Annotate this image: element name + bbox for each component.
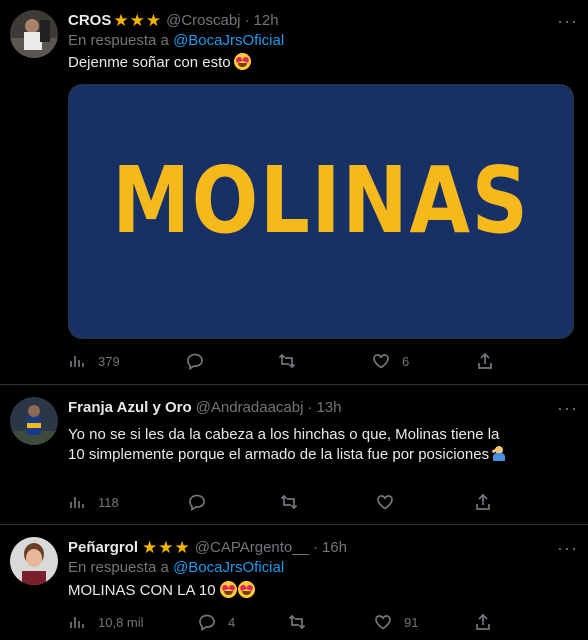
views-icon [70,617,84,628]
tweet[interactable]: Franja Azul y Oro @Andradaacabj · 13h Yo… [0,385,588,525]
avatar[interactable] [10,397,58,445]
tweet-text-content: Dejenme soñar con esto [68,54,231,71]
views-icon [70,356,84,367]
like-icon [375,615,391,630]
avatar[interactable] [10,537,58,585]
retweet-button[interactable] [280,493,298,511]
star-icon: ★ [158,537,174,557]
retweet-icon [280,494,298,510]
reply-icon [189,494,205,511]
reply-prefix: En respuesta a [68,32,169,49]
like-button[interactable]: 91 [374,613,418,631]
reply-context: En respuesta a @BocaJrsOficial [68,31,576,51]
timestamp[interactable]: 13h [316,399,341,416]
mention-link[interactable]: @BocaJrsOficial [173,559,284,576]
views-button[interactable]: 10,8 mil [68,613,144,631]
timestamp[interactable]: 16h [322,539,347,556]
retweet-icon [278,353,296,369]
tweet-text: Yo no se si les da la cabeza a los hinch… [68,425,518,465]
man-facepalming-emoji [491,445,507,461]
views-count: 10,8 mil [98,614,144,630]
author-name[interactable]: Peñargrol [68,539,138,556]
star-icon: ★ [142,537,158,557]
reply-icon [187,353,203,370]
star-badges: ★ ★ ★ [113,12,162,29]
like-icon [373,354,389,369]
tweet-feed: CROS ★ ★ ★ @Croscabj · 12h En respuesta … [0,0,588,640]
mention-link[interactable]: @BocaJrsOficial [173,32,284,49]
likes-count: 6 [402,353,410,369]
tweet-image[interactable]: MOLINAS [68,84,574,339]
author-name[interactable]: CROS [68,12,111,29]
tweet-actions: 118 [68,492,576,512]
like-button[interactable] [376,493,394,511]
reply-context: En respuesta a @BocaJrsOficial [68,558,576,578]
share-button[interactable] [474,493,492,511]
author-handle[interactable]: @CAPArgento__ [195,539,309,556]
author-handle[interactable]: @Croscabj [166,12,240,29]
share-icon [476,613,490,630]
heart-eyes-emoji [219,581,237,598]
views-button[interactable]: 379 [68,352,120,370]
image-text: MOLINAS [112,147,530,254]
tweet-text: Dejenme soñar con esto [68,53,576,73]
heart-eyes-emoji [233,53,251,70]
tweet[interactable]: CROS ★ ★ ★ @Croscabj · 12h En respuesta … [0,0,588,385]
views-icon [70,497,84,508]
avatar[interactable] [10,10,58,58]
tweet[interactable]: Peñargrol ★ ★ ★ @CAPArgento__ · 16h En r… [0,525,588,640]
like-icon [377,495,393,510]
author-handle[interactable]: @Andradaacabj [196,399,304,416]
likes-count: 91 [404,614,419,630]
star-badges: ★ ★ ★ [142,539,191,556]
reply-prefix: En respuesta a [68,559,169,576]
tweet-text: MOLINAS CON LA 10 [68,581,576,601]
views-button[interactable]: 118 [68,493,119,511]
star-icon: ★ [129,10,145,30]
tweet-actions: 10,8 mil 4 91 [68,612,576,632]
retweet-icon [288,614,306,630]
reply-button[interactable] [188,493,206,511]
separator: · [312,538,318,556]
heart-eyes-emoji [237,581,255,598]
star-icon: ★ [113,10,129,30]
reply-button[interactable] [186,352,204,370]
more-icon[interactable]: ··· [557,399,578,417]
star-icon: ★ [145,10,162,30]
author-name[interactable]: Franja Azul y Oro [68,399,192,416]
like-button[interactable]: 6 [372,352,409,370]
views-count: 379 [98,353,120,369]
separator: · [307,398,313,416]
reply-button[interactable]: 4 [198,613,235,631]
share-button[interactable] [476,352,494,370]
more-icon[interactable]: ··· [557,539,578,557]
tweet-actions: 379 6 [68,351,576,371]
retweet-button[interactable] [288,613,306,631]
more-icon[interactable]: ··· [557,12,578,30]
share-icon [478,352,492,369]
retweet-button[interactable] [278,352,296,370]
reply-icon [199,614,215,631]
share-icon [476,493,490,510]
tweet-text-content: Yo no se si les da la cabeza a los hinch… [68,426,500,463]
timestamp[interactable]: 12h [254,12,279,29]
separator: · [244,11,250,29]
replies-count: 4 [228,614,236,630]
star-icon: ★ [174,537,190,557]
share-button[interactable] [474,613,492,631]
tweet-text-content: MOLINAS CON LA 10 [68,582,216,599]
views-count: 118 [98,494,119,510]
